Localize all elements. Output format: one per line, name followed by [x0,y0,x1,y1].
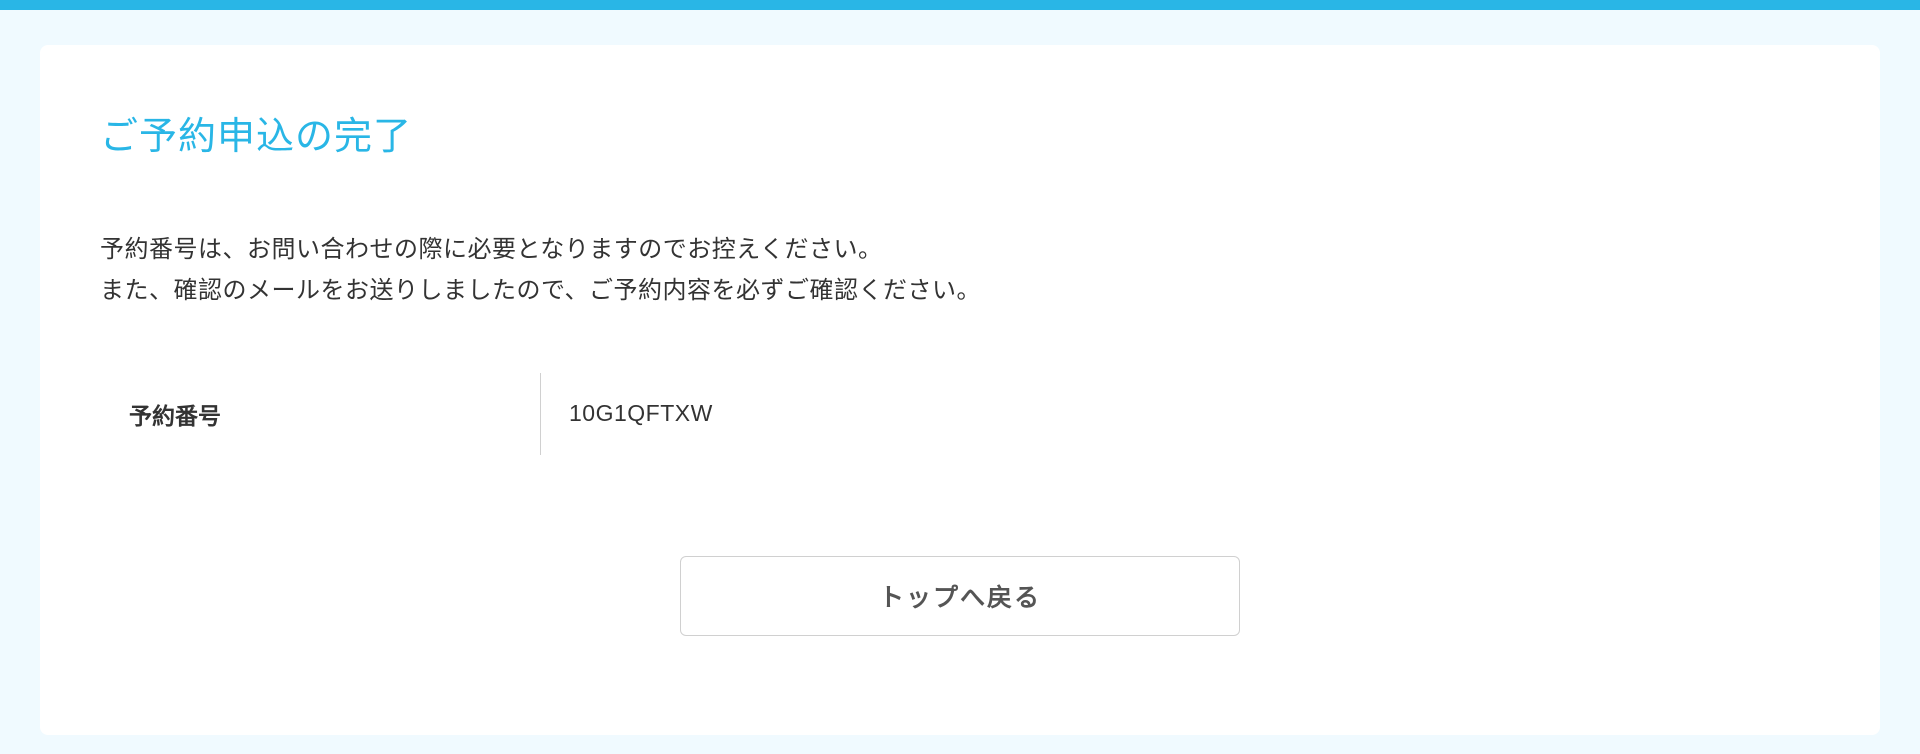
button-container: トップへ戻る [100,556,1820,636]
back-to-top-button[interactable]: トップへ戻る [680,556,1240,636]
confirmation-card: ご予約申込の完了 予約番号は、お問い合わせの際に必要となりますのでお控えください… [40,45,1880,735]
reservation-number-label: 予約番号 [101,372,541,455]
description-line-1: 予約番号は、お問い合わせの際に必要となりますのでお控えください。 [100,230,1820,271]
table-row: 予約番号 10G1QFTXW [101,372,1820,455]
reservation-info-table: 予約番号 10G1QFTXW [100,372,1820,456]
page-title: ご予約申込の完了 [100,105,1820,160]
reservation-number-value: 10G1QFTXW [541,372,1820,455]
description-line-2: また、確認のメールをお送りしましたので、ご予約内容を必ずご確認ください。 [100,271,1820,312]
top-accent-bar [0,0,1920,10]
description-block: 予約番号は、お問い合わせの際に必要となりますのでお控えください。 また、確認のメ… [100,230,1820,312]
